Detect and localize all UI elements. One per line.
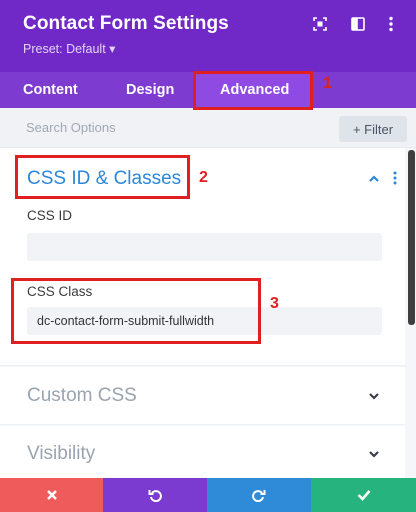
search-bar: Search Options + Filter: [0, 108, 416, 148]
save-button[interactable]: [311, 478, 416, 512]
more-vertical-icon[interactable]: [381, 14, 401, 34]
annotation-box-css-class: [11, 278, 261, 344]
scrollbar-thumb[interactable]: [408, 150, 415, 325]
chevron-down-icon[interactable]: [367, 389, 381, 403]
section-title-custom-css[interactable]: Custom CSS: [27, 385, 137, 407]
section-custom-css[interactable]: Custom CSS: [0, 367, 405, 425]
section-visibility[interactable]: Visibility: [0, 426, 405, 478]
annotation-number: 2: [199, 169, 208, 186]
footer-actions: [0, 478, 416, 512]
annotation-number: 1: [323, 75, 332, 92]
check-icon: [357, 490, 370, 501]
annotation-box-section: [15, 155, 190, 199]
modal-title: Contact Form Settings: [23, 13, 229, 34]
tab-design[interactable]: Design: [126, 72, 174, 108]
modal-header: Contact Form Settings Preset: Default ▾: [0, 0, 416, 72]
section-title-visibility[interactable]: Visibility: [27, 443, 95, 465]
search-input[interactable]: Search Options: [26, 120, 116, 135]
css-id-field[interactable]: [27, 233, 382, 261]
section-menu-icon[interactable]: [392, 171, 398, 185]
sidebar-toggle-icon[interactable]: [348, 14, 368, 34]
annotation-box-advanced: [193, 71, 313, 110]
filter-button[interactable]: + Filter: [339, 116, 407, 142]
focus-icon[interactable]: [310, 14, 330, 34]
annotation-number: 3: [270, 295, 279, 312]
chevron-down-icon[interactable]: [367, 447, 381, 461]
css-id-label: CSS ID: [27, 208, 73, 223]
preset-selector[interactable]: Preset: Default ▾: [23, 41, 115, 56]
tab-content[interactable]: Content: [23, 72, 78, 108]
redo-button[interactable]: [207, 478, 311, 512]
discard-button[interactable]: [0, 478, 103, 512]
close-icon: [46, 490, 57, 500]
redo-icon: [252, 490, 266, 502]
undo-button[interactable]: [103, 478, 207, 512]
undo-icon: [148, 490, 162, 502]
chevron-up-icon[interactable]: [367, 172, 381, 186]
